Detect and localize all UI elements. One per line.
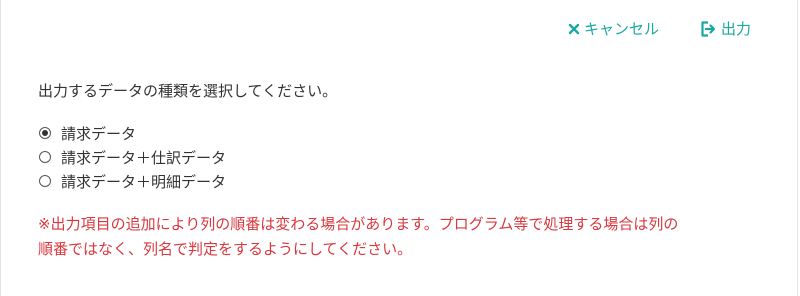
radio-invoice-data[interactable] <box>39 127 51 139</box>
export-label: 出力 <box>720 20 751 38</box>
option-label: 請求データ＋仕訳データ <box>61 148 227 167</box>
option-label: 請求データ <box>61 124 137 143</box>
option-invoice-detail-data[interactable]: 請求データ＋明細データ <box>39 169 226 193</box>
radio-invoice-detail-data[interactable] <box>39 175 51 187</box>
option-invoice-data[interactable]: 請求データ <box>39 121 226 145</box>
data-type-options: 請求データ 請求データ＋仕訳データ 請求データ＋明細データ <box>39 121 226 193</box>
option-label: 請求データ＋明細データ <box>61 172 227 191</box>
radio-invoice-journal-data[interactable] <box>39 151 51 163</box>
column-order-notice: ※出力項目の追加により列の順番は変わる場合があります。プログラム等で処理する場合… <box>38 212 778 262</box>
close-icon <box>568 23 580 35</box>
selection-prompt: 出力するデータの種類を選択してください。 <box>38 82 338 100</box>
export-icon <box>699 20 717 38</box>
option-invoice-journal-data[interactable]: 請求データ＋仕訳データ <box>39 145 226 169</box>
notice-line-2: 順番ではなく、列名で判定をするようにしてください。 <box>38 240 413 258</box>
toolbar: キャンセル 出力 <box>568 18 751 39</box>
notice-line-1: ※出力項目の追加により列の順番は変わる場合があります。プログラム等で処理する場合… <box>38 215 679 233</box>
export-dialog: キャンセル 出力 出力するデータの種類を選択してください。 請求データ 請求デー… <box>0 0 798 296</box>
cancel-label: キャンセル <box>583 20 659 38</box>
cancel-button[interactable]: キャンセル <box>568 18 659 39</box>
export-button[interactable]: 出力 <box>699 18 751 39</box>
